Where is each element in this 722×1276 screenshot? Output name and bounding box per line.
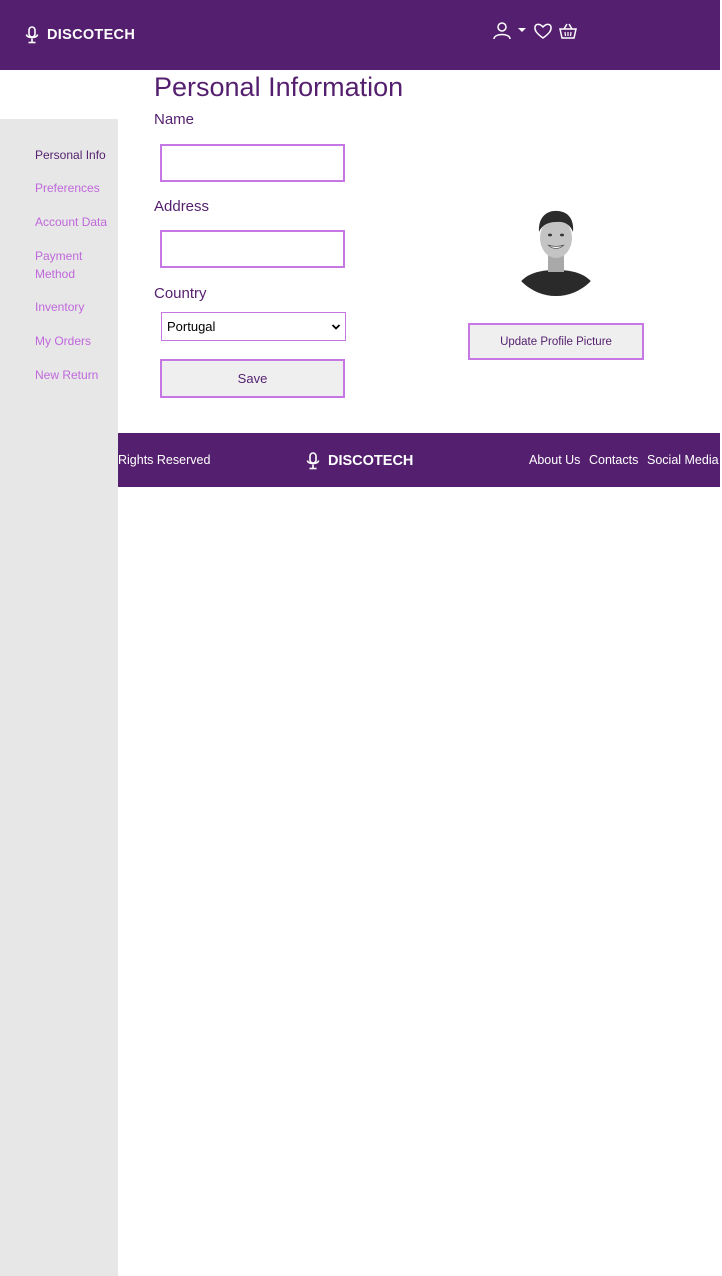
sidebar-item-inventory[interactable]: Inventory xyxy=(35,298,115,316)
page: DISCOTECH Personal Info Preferences Acco… xyxy=(0,0,722,1276)
footer-link-social-media[interactable]: Social Media xyxy=(647,453,719,467)
sidebar-item-new-return[interactable]: New Return xyxy=(35,366,115,384)
header-actions xyxy=(492,21,578,41)
user-icon[interactable] xyxy=(492,21,512,41)
name-input[interactable] xyxy=(160,144,345,182)
footer-logo[interactable]: DISCOTECH xyxy=(306,452,413,470)
sidebar-item-account-data[interactable]: Account Data xyxy=(35,213,115,231)
country-select[interactable]: Portugal xyxy=(161,312,346,341)
footer-link-about-us[interactable]: About Us xyxy=(529,453,580,467)
page-title: Personal Information xyxy=(154,72,404,102)
top-header: DISCOTECH xyxy=(0,0,720,70)
name-label: Name xyxy=(154,111,195,128)
footer-brand-text: DISCOTECH xyxy=(328,453,414,469)
sidebar-item-personal-info[interactable]: Personal Info xyxy=(35,146,115,164)
sidebar-item-my-orders[interactable]: My Orders xyxy=(35,332,115,350)
footer: Rights Reserved DISCOTECH About Us Conta… xyxy=(118,433,720,487)
country-selected-value: Portugal xyxy=(167,319,216,334)
country-label: Country xyxy=(154,285,207,302)
header-logo[interactable]: DISCOTECH xyxy=(25,26,135,44)
heart-icon[interactable] xyxy=(533,21,553,41)
footer-copyright: Rights Reserved xyxy=(118,453,211,467)
footer-link-contacts[interactable]: Contacts xyxy=(589,453,638,467)
microphone-icon xyxy=(25,26,39,44)
microphone-icon xyxy=(306,452,320,470)
caret-down-icon[interactable] xyxy=(515,21,529,41)
sidebar-item-preferences[interactable]: Preferences xyxy=(35,179,115,197)
update-profile-picture-button[interactable]: Update Profile Picture xyxy=(468,323,644,360)
profile-picture-avatar xyxy=(508,200,604,296)
basket-icon[interactable] xyxy=(558,21,578,41)
chevron-down-icon xyxy=(331,323,341,330)
address-input[interactable] xyxy=(160,230,345,268)
header-brand-text: DISCOTECH xyxy=(47,27,136,43)
sidebar-item-payment-method[interactable]: Payment Method xyxy=(35,247,99,283)
save-button[interactable]: Save xyxy=(160,359,345,398)
address-label: Address xyxy=(154,198,210,215)
sidebar: Personal Info Preferences Account Data P… xyxy=(0,119,118,1276)
